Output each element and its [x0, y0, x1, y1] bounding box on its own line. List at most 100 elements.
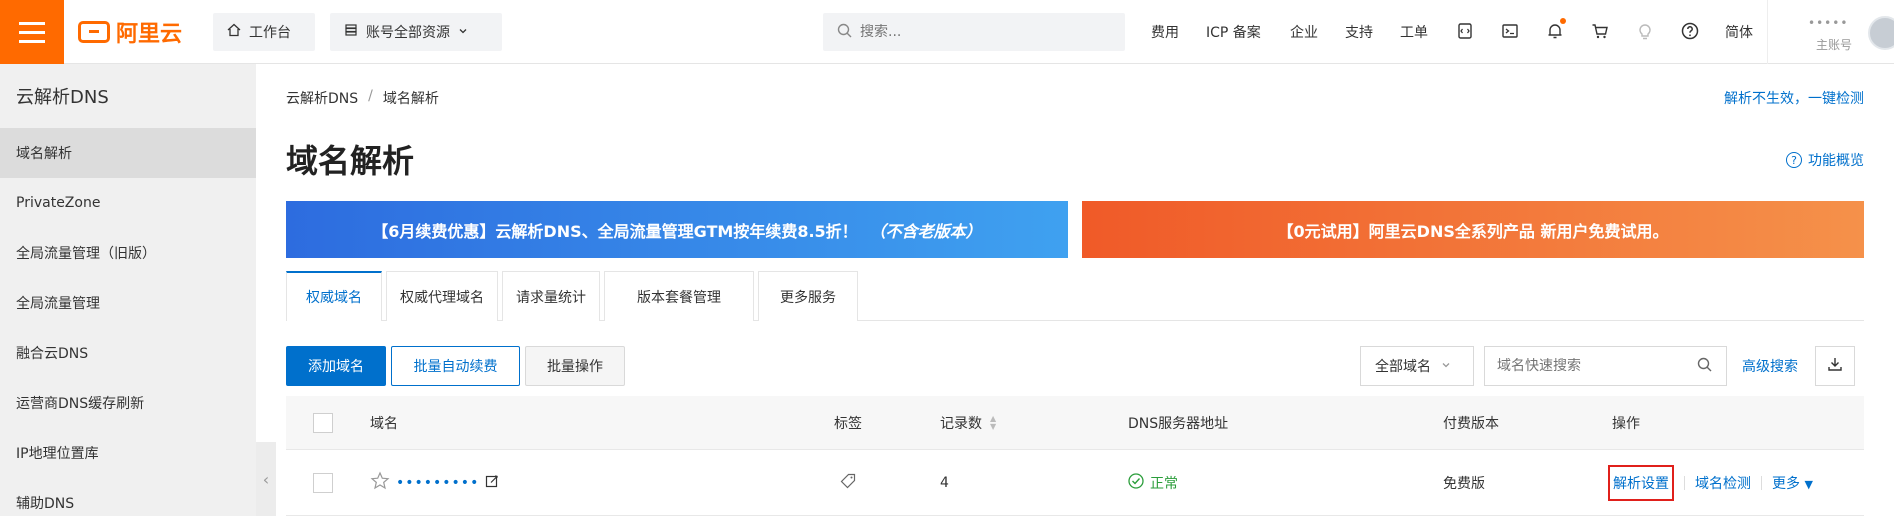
- nav-link-icp[interactable]: ICP 备案: [1206, 22, 1261, 42]
- lightbulb-icon[interactable]: [1634, 20, 1656, 42]
- column-domain: 域名: [370, 415, 398, 432]
- sidebar-item-ip-geo[interactable]: IP地理位置库: [0, 428, 256, 478]
- cart-icon[interactable]: [1589, 20, 1611, 42]
- logo-mark-icon: [78, 21, 110, 43]
- action-divider: [1684, 475, 1685, 490]
- language-switch[interactable]: 简体: [1725, 22, 1753, 42]
- tag-icon[interactable]: [840, 473, 856, 493]
- user-role: 主账号: [1816, 38, 1853, 52]
- dns-status-label: 正常: [1150, 475, 1178, 492]
- global-search-input[interactable]: [860, 24, 1100, 40]
- terminal-icon[interactable]: [1499, 20, 1521, 42]
- logo-text: 阿里云: [116, 22, 183, 47]
- column-actions: 操作: [1612, 415, 1640, 432]
- one-click-check-link[interactable]: 解析不生效，一键检测: [1724, 88, 1864, 108]
- column-records[interactable]: 记录数 ▲ ▼: [940, 396, 996, 449]
- more-actions-dropdown[interactable]: 更多 ▼: [1772, 473, 1813, 493]
- search-icon[interactable]: [1697, 357, 1712, 376]
- actions-cell: 解析设置 域名检测 更多 ▼: [1608, 450, 1813, 515]
- resources-dropdown[interactable]: 账号全部资源: [330, 13, 502, 51]
- question-icon: ?: [1786, 152, 1802, 168]
- chevron-down-icon: [458, 24, 468, 40]
- user-name: •••••: [1808, 16, 1849, 30]
- nav-link-support[interactable]: 支持: [1345, 22, 1373, 42]
- tab-plan-management[interactable]: 版本套餐管理: [604, 271, 754, 321]
- row-select-cell: [313, 450, 333, 515]
- notification-bell-icon[interactable]: [1544, 18, 1566, 42]
- renewal-promo-banner[interactable]: 【6月续费优惠】云解析DNS、全局流量管理GTM按年续费8.5折！ （不含老版本…: [286, 201, 1068, 258]
- sidebar-item-secondary-dns[interactable]: 辅助DNS: [0, 478, 256, 516]
- add-domain-button[interactable]: 添加域名: [286, 346, 386, 386]
- sidebar-item-domain-resolution[interactable]: 域名解析: [0, 128, 256, 178]
- breadcrumb-root[interactable]: 云解析DNS: [286, 88, 358, 108]
- download-button[interactable]: [1815, 346, 1855, 386]
- breadcrumb-separator: /: [368, 88, 373, 104]
- sidebar-collapse-handle[interactable]: ‹: [256, 442, 276, 516]
- domain-filter-select[interactable]: 全部域名: [1360, 346, 1474, 386]
- edition-cell: 免费版: [1443, 475, 1485, 492]
- domain-filter-value: 全部域名: [1375, 359, 1431, 375]
- action-divider: [1761, 475, 1762, 490]
- dns-status-cell: 正常: [1128, 450, 1178, 515]
- caret-down-icon: ▼: [1804, 477, 1813, 491]
- domain-tabs: 权威域名 权威代理域名 请求量统计 版本套餐管理 更多服务: [286, 271, 1864, 321]
- notification-dot: [1560, 18, 1566, 24]
- feature-overview-label: 功能概览: [1808, 153, 1864, 169]
- breadcrumb-current: 域名解析: [382, 91, 439, 107]
- avatar[interactable]: [1868, 16, 1894, 50]
- batch-auto-renew-button[interactable]: 批量自动续费: [391, 346, 520, 386]
- renewal-promo-text: 【6月续费优惠】云解析DNS、全局流量管理GTM按年续费8.5折！: [372, 221, 858, 241]
- aliyun-logo[interactable]: 阿里云: [78, 18, 183, 47]
- row-checkbox[interactable]: [313, 472, 333, 493]
- batch-operations-button[interactable]: 批量操作: [525, 346, 625, 386]
- domain-search-box[interactable]: [1484, 346, 1727, 386]
- nav-link-ticket[interactable]: 工单: [1400, 22, 1428, 42]
- page-title: 域名解析: [286, 142, 415, 180]
- workbench-button[interactable]: 工作台: [213, 13, 315, 51]
- check-circle-icon: [1128, 472, 1144, 493]
- free-trial-banner[interactable]: 【0元试用】阿里云DNS全系列产品 新用户免费试用。: [1082, 201, 1864, 258]
- tab-authoritative-domains[interactable]: 权威域名: [286, 271, 382, 321]
- dns-status: 正常: [1128, 472, 1178, 493]
- tab-request-stats[interactable]: 请求量统计: [502, 271, 600, 321]
- breadcrumb: 云解析DNS / 域名解析: [286, 88, 439, 108]
- user-menu[interactable]: ••••• 主账号: [1767, 0, 1894, 64]
- home-icon: [227, 23, 241, 41]
- sort-icon[interactable]: ▲ ▼: [990, 414, 996, 431]
- sidebar-item-gtm-legacy[interactable]: 全局流量管理（旧版）: [0, 228, 256, 278]
- database-icon: [344, 23, 358, 41]
- chevron-left-icon: ‹: [262, 469, 270, 489]
- domain-search-input[interactable]: [1497, 358, 1697, 374]
- domain-check-link[interactable]: 域名检测: [1695, 473, 1751, 493]
- edit-icon[interactable]: [485, 474, 499, 492]
- sidebar: 云解析DNS 域名解析 PrivateZone 全局流量管理（旧版） 全局流量管…: [0, 64, 256, 516]
- select-all-cell: [313, 396, 333, 449]
- sidebar-item-gtm[interactable]: 全局流量管理: [0, 278, 256, 328]
- workbench-label: 工作台: [249, 25, 291, 41]
- nav-link-billing[interactable]: 费用: [1151, 22, 1179, 42]
- help-icon[interactable]: [1679, 20, 1701, 42]
- sidebar-title: 云解析DNS: [16, 87, 109, 108]
- sidebar-item-hybrid-dns[interactable]: 融合云DNS: [0, 328, 256, 378]
- renewal-promo-note: （不含老版本）: [869, 221, 982, 241]
- app-icon[interactable]: [1454, 20, 1476, 42]
- domain-cell: •••••••••: [370, 450, 499, 515]
- nav-link-enterprise[interactable]: 企业: [1290, 22, 1318, 42]
- menu-icon[interactable]: [0, 0, 64, 64]
- feature-overview-link[interactable]: ? 功能概览: [1786, 150, 1864, 170]
- domain-name-link[interactable]: •••••••••: [396, 475, 479, 491]
- download-icon: [1827, 356, 1843, 376]
- search-icon: [837, 23, 852, 42]
- tab-authoritative-proxy[interactable]: 权威代理域名: [386, 271, 498, 321]
- global-search[interactable]: [823, 13, 1125, 51]
- sidebar-item-privatezone[interactable]: PrivateZone: [0, 178, 256, 228]
- advanced-search-link[interactable]: 高级搜索: [1742, 356, 1798, 376]
- resolution-settings-link[interactable]: 解析设置: [1608, 464, 1674, 501]
- star-icon[interactable]: [370, 471, 390, 495]
- more-actions-label: 更多: [1772, 475, 1800, 492]
- tab-more-services[interactable]: 更多服务: [758, 271, 858, 321]
- sidebar-item-isp-cache-refresh[interactable]: 运营商DNS缓存刷新: [0, 378, 256, 428]
- select-all-checkbox[interactable]: [313, 412, 333, 433]
- column-tags: 标签: [834, 415, 862, 432]
- table-header: 域名 标签 记录数 ▲ ▼ DNS服务器地址 付费版本 操作: [286, 396, 1864, 450]
